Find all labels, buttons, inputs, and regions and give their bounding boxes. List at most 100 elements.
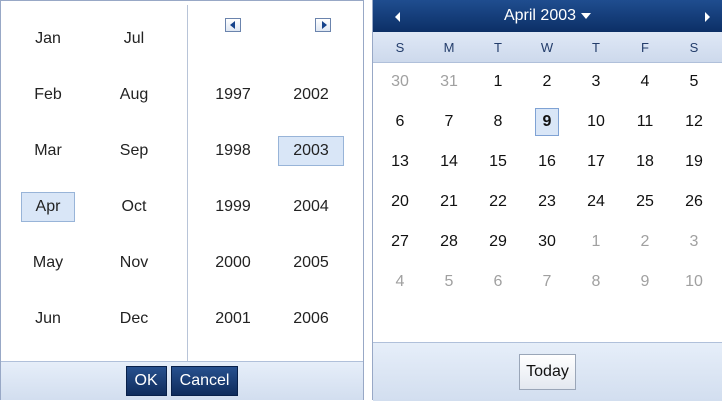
day-cell[interactable]: 6 [480,266,516,298]
day-cell[interactable]: 19 [676,146,712,178]
day-cell[interactable]: 5 [431,266,467,298]
day-cell[interactable]: 1 [578,226,614,258]
month-label: Nov [119,254,149,271]
year-label: 1997 [215,86,251,103]
day-number: 2 [542,73,552,90]
day-number: 10 [587,113,605,130]
month-option[interactable]: Jun [13,291,83,347]
day-cell[interactable]: 4 [382,266,418,298]
prev-month-icon[interactable] [395,12,400,22]
year-label: 2005 [293,254,329,271]
ok-button[interactable]: OK [125,366,167,396]
day-cell[interactable]: 2 [627,226,663,258]
month-option[interactable]: Sep [99,123,169,179]
month-option[interactable]: Apr [13,179,83,235]
month-option[interactable]: Mar [13,123,83,179]
month-option[interactable]: Feb [13,67,83,123]
day-number: 19 [685,153,703,170]
month-option[interactable]: Dec [99,291,169,347]
day-cell[interactable]: 14 [431,146,467,178]
day-number: 3 [591,73,601,90]
day-cell[interactable]: 4 [627,66,663,98]
year-option[interactable]: 2000 [198,235,268,291]
year-option[interactable]: 1997 [198,67,268,123]
day-cell[interactable]: 5 [676,66,712,98]
year-label: 1999 [215,198,251,215]
day-cell[interactable]: 24 [578,186,614,218]
year-option[interactable]: 2005 [276,235,346,291]
day-number: 22 [489,193,507,210]
year-option[interactable]: 2002 [276,67,346,123]
calendar-title: April 2003 [503,7,577,24]
day-cell[interactable]: 3 [676,226,712,258]
month-dropdown[interactable]: April 2003 [503,7,592,25]
next-years-button[interactable] [288,5,358,45]
day-number: 31 [440,73,458,90]
prev-years-icon [225,18,241,32]
year-option[interactable]: 2003 [276,123,346,179]
day-cell[interactable]: 2 [529,66,565,98]
year-option[interactable]: 1999 [198,179,268,235]
day-cell[interactable]: 8 [578,266,614,298]
month-option[interactable]: Jan [13,11,83,67]
year-option[interactable]: 1998 [198,123,268,179]
next-month-icon[interactable] [705,12,710,22]
day-cell[interactable]: 1 [480,66,516,98]
day-cell[interactable]: 3 [578,66,614,98]
day-cell[interactable]: 12 [676,106,712,138]
day-cell[interactable]: 25 [627,186,663,218]
year-label: 2002 [293,86,329,103]
day-number: 23 [538,193,556,210]
day-number: 7 [542,273,552,290]
day-number: 4 [640,73,650,90]
month-option[interactable]: Oct [99,179,169,235]
day-cell[interactable]: 6 [382,106,418,138]
day-cell[interactable]: 27 [382,226,418,258]
day-cell[interactable]: 22 [480,186,516,218]
month-label: Jul [123,30,145,47]
day-number: 28 [440,233,458,250]
day-cell[interactable]: 31 [431,66,467,98]
month-option[interactable]: May [13,235,83,291]
day-cell[interactable]: 17 [578,146,614,178]
day-cell[interactable]: 9 [627,266,663,298]
day-cell[interactable]: 7 [529,266,565,298]
day-cell[interactable]: 30 [382,66,418,98]
day-cell[interactable]: 8 [480,106,516,138]
day-cell[interactable]: 20 [382,186,418,218]
day-cell[interactable]: 16 [529,146,565,178]
day-cell[interactable]: 10 [676,266,712,298]
day-cell[interactable]: 30 [529,226,565,258]
day-cell[interactable]: 11 [627,106,663,138]
day-cell[interactable]: 10 [578,106,614,138]
day-cell[interactable]: 28 [431,226,467,258]
year-option[interactable]: 2006 [276,291,346,347]
day-cell[interactable]: 18 [627,146,663,178]
day-cell[interactable]: 7 [431,106,467,138]
day-cell[interactable]: 26 [676,186,712,218]
day-number: 13 [391,153,409,170]
year-label: 2003 [278,136,344,166]
cancel-button[interactable]: Cancel [170,366,239,396]
day-cell[interactable]: 29 [480,226,516,258]
month-label: Oct [121,198,147,215]
day-number: 24 [587,193,605,210]
month-picker-footer: OK Cancel [1,361,363,400]
day-cell[interactable]: 21 [431,186,467,218]
prev-years-button[interactable] [198,5,268,45]
day-cell[interactable]: 13 [382,146,418,178]
day-number: 3 [689,233,699,250]
year-option[interactable]: 2004 [276,179,346,235]
year-label: 2006 [293,310,329,327]
month-option[interactable]: Aug [99,67,169,123]
day-cell[interactable]: 15 [480,146,516,178]
day-cell[interactable]: 9 [529,106,565,138]
today-button[interactable]: Today [519,354,576,390]
year-option[interactable]: 2001 [198,291,268,347]
month-label: Jun [35,310,61,327]
month-option[interactable]: Jul [99,11,169,67]
weekday-label: F [641,39,649,55]
month-option[interactable]: Nov [99,235,169,291]
day-cell[interactable]: 23 [529,186,565,218]
month-label: Dec [119,310,149,327]
